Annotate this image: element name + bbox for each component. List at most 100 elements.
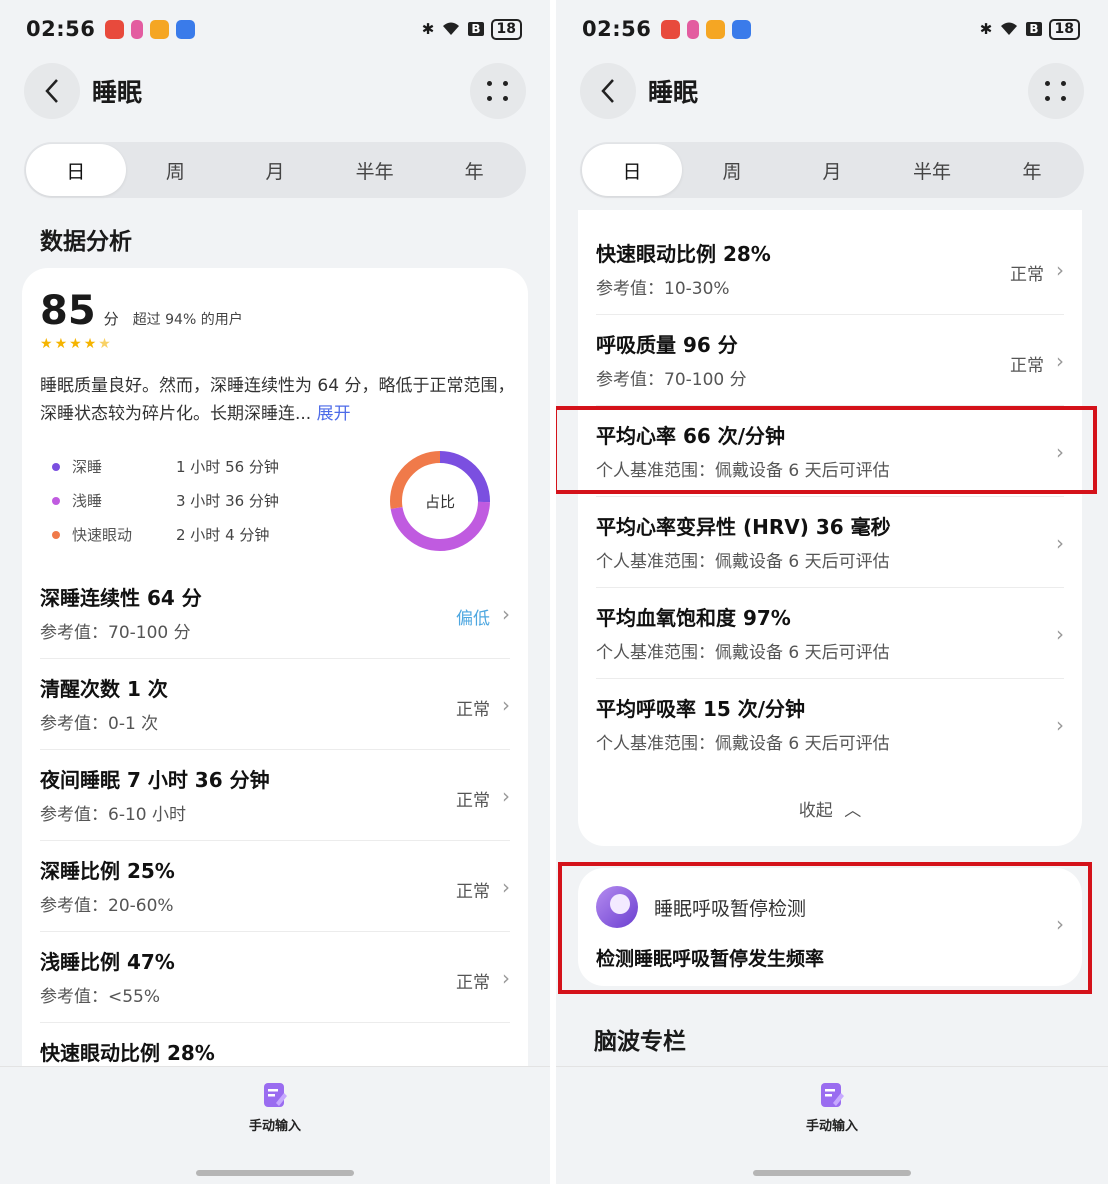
chevron-up-icon: ︿ [844, 801, 862, 821]
home-indicator[interactable] [753, 1170, 911, 1176]
back-button[interactable] [24, 63, 80, 119]
legend-name: 深睡 [72, 458, 103, 476]
more-dots-icon [1045, 81, 1067, 101]
legend-item-light: 浅睡 3 小时 36 分钟 [52, 490, 279, 511]
chevron-right-icon: › [1056, 622, 1064, 646]
score-unit: 分 [103, 310, 119, 328]
highlight-box [558, 862, 1092, 994]
metric-title: 平均血氧饱和度 97% [596, 606, 791, 630]
analysis-card: 85 分 超过 94% 的用户 ★★★★★ 睡眠质量良好。然而，深睡连续性为 6… [22, 268, 528, 1098]
tab-year[interactable]: 年 [982, 144, 1082, 196]
metric-row[interactable]: 清醒次数 1 次 参考值：0-1 次 正常 › [22, 659, 528, 750]
page-title: 睡眠 [648, 78, 699, 107]
battery-icon: 18 [490, 18, 522, 40]
app-notification-icon [732, 19, 752, 39]
metric-status: 正常 [456, 973, 490, 993]
legend-value: 3 小时 36 分钟 [176, 492, 279, 510]
left-screen: 02:56 ✱ B 18 睡眠 日 周 月 半年 年 数据分析 85 分 超过 … [0, 0, 550, 1184]
chevron-right-icon: › [1056, 349, 1064, 373]
metric-row[interactable]: 快速眼动比例 28% 参考值：10-30% 正常 › [578, 224, 1082, 315]
app-notification-icon [706, 19, 726, 39]
sleep-ratio-donut[interactable]: 占比 [387, 448, 493, 554]
metric-row[interactable]: 呼吸质量 96 分 参考值：70-100 分 正常 › [578, 315, 1082, 406]
app-notification-icon [105, 19, 125, 39]
metric-reference: 个人基准范围：佩戴设备 6 天后可评估 [596, 552, 890, 572]
star-rating: ★★★★★ [40, 336, 113, 352]
more-button[interactable] [470, 63, 526, 119]
metric-title: 平均心率变异性 (HRV) 36 毫秒 [596, 515, 891, 539]
metric-title: 深睡连续性 64 分 [40, 586, 202, 610]
collapse-button[interactable]: 收起 ︿ [578, 796, 1082, 821]
status-bar: 02:56 ✱ B 18 [26, 14, 522, 44]
metric-reference: 参考值：70-100 分 [596, 370, 747, 390]
signal-icon: B [1026, 22, 1042, 36]
metric-reference: 参考值：0-1 次 [40, 714, 159, 734]
chevron-right-icon: › [1056, 258, 1064, 282]
back-button[interactable] [580, 63, 636, 119]
metric-row[interactable]: 平均心率变异性 (HRV) 36 毫秒 个人基准范围：佩戴设备 6 天后可评估 … [578, 497, 1082, 588]
tab-day[interactable]: 日 [26, 144, 126, 196]
metric-title: 快速眼动比例 28% [40, 1041, 215, 1065]
chevron-right-icon: › [502, 784, 510, 808]
edit-note-icon [263, 1083, 287, 1107]
chevron-right-icon: › [1056, 531, 1064, 555]
bottom-bar: 手动输入 [0, 1066, 550, 1184]
bluetooth-icon: ✱ [421, 20, 435, 38]
bottom-bar: 手动输入 [556, 1066, 1108, 1184]
app-notification-icon [150, 19, 170, 39]
tab-week[interactable]: 周 [682, 144, 782, 196]
period-tabs: 日 周 月 半年 年 [24, 142, 526, 198]
right-screen: 02:56 ✱ B 18 睡眠 日 周 月 半年 年 快速眼动比例 28% 参考… [556, 0, 1108, 1184]
chevron-left-icon [601, 79, 614, 103]
page-title: 睡眠 [92, 78, 143, 107]
legend-item-deep: 深睡 1 小时 56 分钟 [52, 456, 279, 477]
metric-title: 浅睡比例 47% [40, 950, 175, 974]
metric-row[interactable]: 深睡连续性 64 分 参考值：70-100 分 偏低 › [22, 568, 528, 659]
notification-icons [661, 19, 752, 39]
sleep-score: 85 [40, 288, 96, 334]
metric-row[interactable]: 浅睡比例 47% 参考值：<55% 正常 › [22, 932, 528, 1023]
score-row: 85 分 超过 94% 的用户 [40, 288, 243, 334]
tab-week[interactable]: 周 [126, 144, 226, 196]
metric-title: 呼吸质量 96 分 [596, 333, 738, 357]
manual-input-button[interactable]: 手动输入 [806, 1081, 858, 1134]
metric-row[interactable]: 平均呼吸率 15 次/分钟 个人基准范围：佩戴设备 6 天后可评估 › [578, 679, 1082, 770]
wifi-icon [443, 22, 460, 35]
signal-icon: B [468, 22, 484, 36]
legend-name: 快速眼动 [72, 526, 133, 544]
chevron-right-icon: › [1056, 713, 1064, 737]
bluetooth-icon: ✱ [979, 20, 993, 38]
more-button[interactable] [1028, 63, 1084, 119]
expand-link[interactable]: 展开 [317, 404, 351, 424]
wifi-icon [1001, 22, 1018, 35]
metric-reference: 参考值：<55% [40, 987, 161, 1007]
highlight-box [556, 406, 1097, 494]
home-indicator[interactable] [196, 1170, 354, 1176]
metric-row[interactable]: 平均血氧饱和度 97% 个人基准范围：佩戴设备 6 天后可评估 › [578, 588, 1082, 679]
section-title: 脑波专栏 [594, 1029, 686, 1055]
metric-title: 清醒次数 1 次 [40, 677, 168, 701]
metric-status: 正常 [456, 700, 490, 720]
star-icon: ★ [69, 336, 84, 352]
status-bar: 02:56 ✱ B 18 [582, 14, 1080, 44]
tab-month[interactable]: 月 [225, 144, 325, 196]
status-right: ✱ B 18 [421, 18, 522, 40]
metric-row[interactable]: 夜间睡眠 7 小时 36 分钟 参考值：6-10 小时 正常 › [22, 750, 528, 841]
app-notification-icon [661, 19, 681, 39]
tab-half-year[interactable]: 半年 [325, 144, 425, 196]
chevron-right-icon: › [502, 966, 510, 990]
tab-day[interactable]: 日 [582, 144, 682, 196]
metric-reference: 个人基准范围：佩戴设备 6 天后可评估 [596, 734, 890, 754]
metric-row[interactable]: 深睡比例 25% 参考值：20-60% 正常 › [22, 841, 528, 932]
metric-status: 正常 [456, 791, 490, 811]
tab-month[interactable]: 月 [782, 144, 882, 196]
tab-year[interactable]: 年 [424, 144, 524, 196]
battery-icon: 18 [1048, 18, 1080, 40]
sleep-summary: 睡眠质量良好。然而，深睡连续性为 64 分，略低于正常范围，深睡状态较为碎片化。… [40, 372, 515, 428]
score-note: 超过 94% 的用户 [132, 312, 243, 328]
tab-half-year[interactable]: 半年 [882, 144, 982, 196]
star-icon: ★ [54, 336, 70, 352]
page-header: 睡眠 [24, 62, 526, 120]
legend-dot [52, 496, 60, 505]
manual-input-button[interactable]: 手动输入 [249, 1081, 301, 1134]
